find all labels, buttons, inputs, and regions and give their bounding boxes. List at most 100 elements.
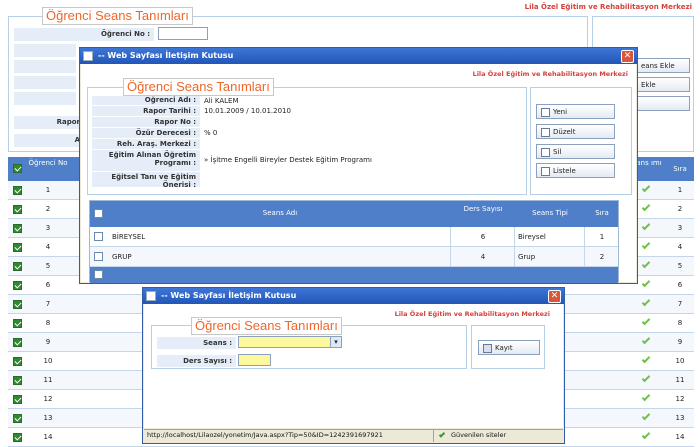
row-checkbox[interactable] <box>13 205 22 214</box>
edit-icon <box>541 128 550 137</box>
row-number: 3 <box>45 224 51 232</box>
bg-ogrenci-no-label: Öğrenci No : <box>14 28 154 41</box>
bg-empty-button[interactable] <box>636 96 690 111</box>
dialog-window-1: -- Web Sayfası İletişim Kutusu ✕ Lila Öz… <box>79 47 638 284</box>
check-icon <box>641 278 651 288</box>
seans-select[interactable]: ▾ <box>238 336 342 348</box>
field-label: Rapor Tarihi : <box>92 106 200 116</box>
row-sira: 10 <box>675 357 685 365</box>
row-checkbox[interactable] <box>13 414 22 423</box>
status-url: http://localhost/Lilaozel/yonetim/Java.a… <box>147 431 383 439</box>
bg-col-sira-header[interactable]: Sıra <box>666 165 694 173</box>
center-name: Lila Özel Eğitim ve Rehabilitasyon Merke… <box>524 3 692 11</box>
ders-sayisi-input[interactable] <box>238 354 271 366</box>
row-sira: 7 <box>677 300 683 308</box>
row-sira: 14 <box>675 433 685 441</box>
listele-button[interactable]: Listele <box>536 163 615 178</box>
check-icon <box>641 202 651 212</box>
field-value: 10.01.2009 / 10.01.2010 <box>204 107 291 115</box>
table-row[interactable]: GRUP 4 Grup 2 <box>90 247 618 267</box>
row-number: 6 <box>45 281 51 289</box>
col-sira-header[interactable]: Sıra <box>586 209 618 217</box>
row-sira: 11 <box>675 376 685 384</box>
row-sira: 2 <box>677 205 683 213</box>
check-icon <box>641 354 651 364</box>
check-icon <box>641 183 651 193</box>
row-sira: 4 <box>677 243 683 251</box>
check-icon <box>641 411 651 421</box>
col-ders-sayisi-header[interactable]: Ders Sayısı <box>452 204 514 214</box>
new-page-icon <box>541 108 550 117</box>
row-checkbox[interactable] <box>94 252 103 261</box>
dialog-1-grid-footer-checkbox[interactable] <box>94 270 103 279</box>
row-sira: 6 <box>677 281 683 289</box>
seans-label: Seans : <box>157 337 236 349</box>
row-sira: 12 <box>675 395 685 403</box>
status-zone: Güvenilen siteler <box>451 431 507 439</box>
kayit-button[interactable]: Kayıt <box>478 340 540 355</box>
check-icon <box>641 373 651 383</box>
check-icon <box>641 430 651 440</box>
row-checkbox[interactable] <box>13 395 22 404</box>
bg-label-row <box>14 60 76 73</box>
yeni-button[interactable]: Yeni <box>536 104 615 119</box>
ie-page-icon <box>83 51 93 61</box>
row-number: 5 <box>45 262 51 270</box>
floppy-disk-icon <box>483 344 492 353</box>
row-checkbox[interactable] <box>13 433 22 442</box>
row-sira: 3 <box>677 224 683 232</box>
close-icon[interactable]: ✕ <box>548 290 561 303</box>
col-seans-adi-header[interactable]: Seans Adı <box>110 209 450 217</box>
column-divider <box>450 227 451 267</box>
chevron-down-icon[interactable]: ▾ <box>330 337 341 347</box>
row-checkbox[interactable] <box>13 186 22 195</box>
list-icon <box>541 167 550 176</box>
column-divider <box>514 227 515 267</box>
row-sira: 13 <box>675 414 685 422</box>
row-checkbox[interactable] <box>13 262 22 271</box>
bg-ogrenci-no-input[interactable] <box>158 27 208 40</box>
bg-add-seans-button[interactable]: eans Ekle <box>636 58 690 73</box>
row-number: 10 <box>43 357 53 365</box>
sil-button[interactable]: Sil <box>536 144 615 159</box>
dialog-1-titlebar[interactable]: -- Web Sayfası İletişim Kutusu ✕ <box>80 48 637 64</box>
status-divider <box>433 430 434 442</box>
row-checkbox[interactable] <box>13 376 22 385</box>
row-number: 7 <box>45 300 51 308</box>
duzelt-button[interactable]: Düzelt <box>536 124 615 139</box>
row-checkbox[interactable] <box>13 243 22 252</box>
table-row[interactable]: BİREYSEL 6 Bireysel 1 <box>90 227 618 247</box>
bg-add-button[interactable]: Ekle <box>636 77 690 92</box>
bg-col-no-header[interactable]: Öğrenci No <box>28 159 68 168</box>
seans-tipi-cell: Bireysel <box>518 233 546 241</box>
dialog-2-legend: Öğrenci Seans Tanımları <box>191 317 342 335</box>
field-value: % 0 <box>204 129 218 137</box>
check-icon <box>641 297 651 307</box>
close-icon[interactable]: ✕ <box>621 50 634 63</box>
field-value: Ali KALEM <box>204 97 239 105</box>
row-checkbox[interactable] <box>13 357 22 366</box>
dialog-1-fields: Öğrenci Adı : Ali KALEM Rapor Tarihi : 10.0… <box>92 96 524 192</box>
row-checkbox[interactable] <box>94 232 103 241</box>
sira-cell: 1 <box>599 233 605 241</box>
row-checkbox[interactable] <box>13 224 22 233</box>
check-icon <box>641 392 651 402</box>
row-checkbox[interactable] <box>13 338 22 347</box>
dialog-2-titlebar[interactable]: -- Web Sayfası İletişim Kutusu ✕ <box>143 288 564 304</box>
row-sira: 1 <box>677 186 683 194</box>
row-checkbox[interactable] <box>13 300 22 309</box>
ders-sayisi-cell: 4 <box>480 253 486 261</box>
bg-grid-select-all[interactable] <box>13 164 22 173</box>
bg-a-label: A <box>14 134 84 147</box>
dialog-1-grid-footer <box>90 267 618 283</box>
row-number: 9 <box>45 338 51 346</box>
dialog-1-grid-select-all[interactable] <box>94 209 103 218</box>
bg-form-legend: Öğrenci Seans Tanımları <box>42 7 193 25</box>
row-sira: 9 <box>677 338 683 346</box>
row-checkbox[interactable] <box>13 281 22 290</box>
field-label: Eğitim Alınan Öğretim Programı : <box>92 150 200 171</box>
col-seans-tipi-header[interactable]: Seans Tipi <box>516 209 584 217</box>
seans-tipi-cell: Grup <box>518 253 536 261</box>
bg-col-ans-header[interactable]: ans ımı <box>636 159 662 168</box>
row-checkbox[interactable] <box>13 319 22 328</box>
